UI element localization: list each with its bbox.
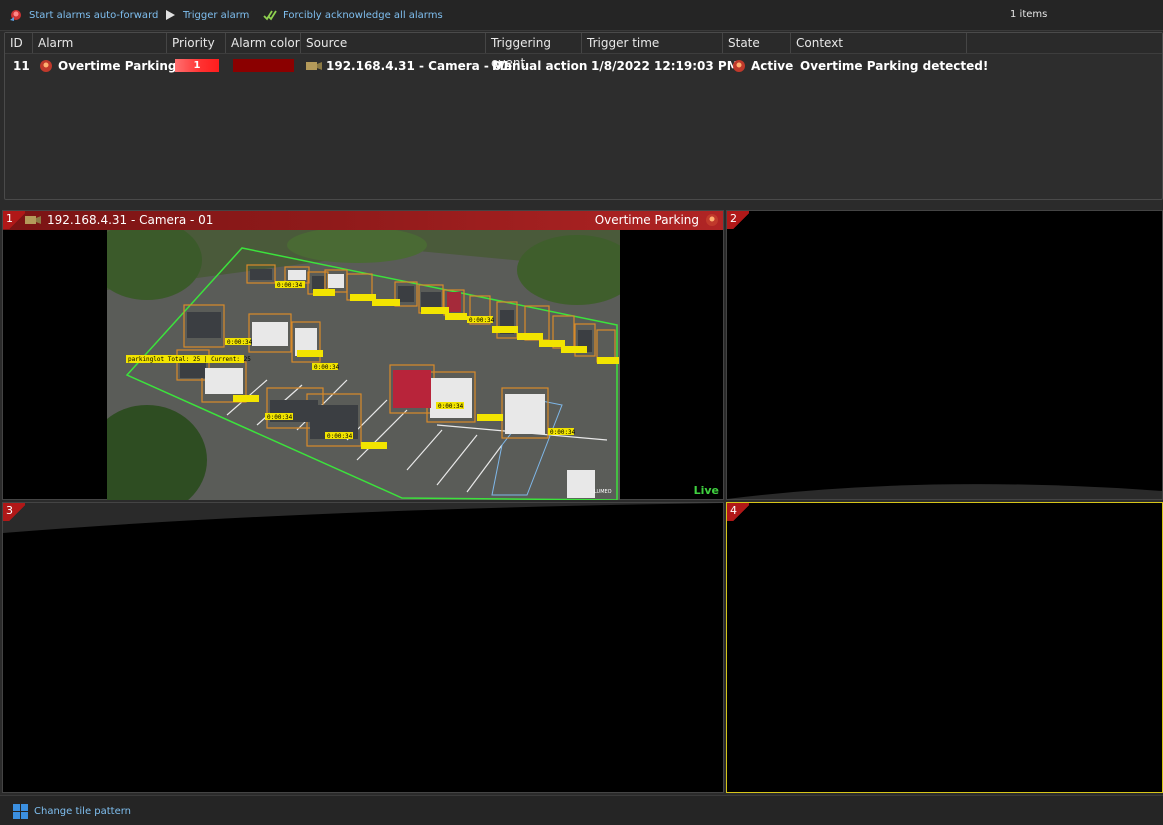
camera-icon xyxy=(306,62,322,70)
cell-triggering-event: Manual action xyxy=(492,59,588,73)
tile-4[interactable]: 4 xyxy=(726,502,1163,793)
video-watermark: LUMEO xyxy=(594,489,612,495)
camera-video-feed: parkinglot Total: 25 | Current: 25 0:00:… xyxy=(107,230,620,500)
cell-trigger-time: 1/8/2022 12:19:03 PM xyxy=(591,59,739,73)
dwell-timer: 0:00:34 xyxy=(469,317,495,324)
col-trigger-time[interactable]: Trigger time xyxy=(582,33,723,53)
col-context[interactable]: Context xyxy=(791,33,967,53)
dwell-timer: 0:00:34 xyxy=(550,429,576,436)
tile-1-camera-title: 192.168.4.31 - Camera - 01 xyxy=(25,213,213,227)
alarm-list-header: ID Alarm Priority Alarm color Source Tri… xyxy=(5,33,1162,70)
acknowledge-all-label: Forcibly acknowledge all alarms xyxy=(283,9,443,21)
table-row[interactable]: 11 Overtime Parking 1 192.168.4.31 - Cam… xyxy=(5,55,1162,77)
dwell-timer: 0:00:34 xyxy=(267,414,293,421)
tile-1-camera-name: 192.168.4.31 - Camera - 01 xyxy=(47,213,214,227)
col-alarm-color[interactable]: Alarm color xyxy=(226,33,301,53)
alarm-color-swatch xyxy=(233,59,294,72)
dwell-timer: 0:00:34 xyxy=(314,364,340,371)
col-triggering-event[interactable]: Triggering event xyxy=(486,33,582,70)
tile-2-vignette xyxy=(727,484,1162,499)
alarm-icon xyxy=(40,60,52,72)
tile-1-alarm-name: Overtime Parking xyxy=(594,213,699,227)
splitter-grip xyxy=(816,203,840,214)
live-indicator: Live xyxy=(693,484,719,497)
tile-2-number: 2 xyxy=(727,211,749,229)
cell-source: 192.168.4.31 - Camera - 01 xyxy=(326,59,510,73)
tile-1[interactable]: 192.168.4.31 - Camera - 01 Overtime Park… xyxy=(2,210,724,500)
parking-lot-scene: parkinglot Total: 25 | Current: 25 0:00:… xyxy=(107,230,620,500)
cell-state: Active xyxy=(751,59,794,73)
acknowledge-all-button[interactable]: Forcibly acknowledge all alarms xyxy=(263,7,443,23)
col-id[interactable]: ID xyxy=(5,33,33,53)
items-count: 1 items xyxy=(1010,9,1048,20)
start-auto-forward-button[interactable]: Start alarms auto-forward xyxy=(9,7,158,23)
tile-grid-icon xyxy=(13,804,28,819)
play-icon xyxy=(166,10,175,20)
trigger-alarm-button[interactable]: Trigger alarm xyxy=(163,7,249,23)
tile-3[interactable]: 3 xyxy=(2,502,724,793)
tile-4-number: 4 xyxy=(727,503,749,521)
panel-splitter[interactable] xyxy=(0,200,1163,214)
start-auto-forward-label: Start alarms auto-forward xyxy=(29,9,159,21)
tile-3-number: 3 xyxy=(3,503,25,521)
col-source[interactable]: Source xyxy=(301,33,486,53)
camera-icon xyxy=(25,216,41,224)
tile-3-vignette xyxy=(3,503,723,533)
change-tile-pattern-label: Change tile pattern xyxy=(34,806,132,817)
tile-1-number: 1 xyxy=(3,211,25,229)
parking-count-overlay: parkinglot Total: 25 | Current: 25 xyxy=(128,356,251,363)
trigger-alarm-label: Trigger alarm xyxy=(183,9,250,21)
cell-alarm: Overtime Parking xyxy=(58,59,177,73)
alarm-icon xyxy=(706,214,718,226)
cell-id: 11 xyxy=(13,59,30,73)
tile-1-alarm-banner: 192.168.4.31 - Camera - 01 Overtime Park… xyxy=(3,211,723,230)
auto-forward-icon xyxy=(10,10,21,21)
priority-badge: 1 xyxy=(175,59,219,72)
change-tile-pattern-button[interactable]: Change tile pattern xyxy=(13,804,131,819)
tile-bottom-bar: Change tile pattern xyxy=(0,795,1163,825)
col-priority[interactable]: Priority xyxy=(167,33,226,53)
double-check-icon xyxy=(263,10,277,21)
alarm-toolbar: Start alarms auto-forward Trigger alarm … xyxy=(0,0,1163,31)
tile-2[interactable]: 2 xyxy=(726,210,1163,500)
alarm-list: ID Alarm Priority Alarm color Source Tri… xyxy=(4,32,1163,200)
dwell-timer: 0:00:34 xyxy=(277,282,303,289)
col-state[interactable]: State xyxy=(723,33,791,53)
cell-context: Overtime Parking detected! xyxy=(800,59,989,73)
dwell-timer: 0:00:34 xyxy=(227,339,253,346)
col-alarm[interactable]: Alarm xyxy=(33,33,167,53)
dwell-timer: 0:00:34 xyxy=(327,433,353,440)
active-state-icon xyxy=(733,60,745,72)
dwell-timer: 0:00:34 xyxy=(438,403,464,410)
